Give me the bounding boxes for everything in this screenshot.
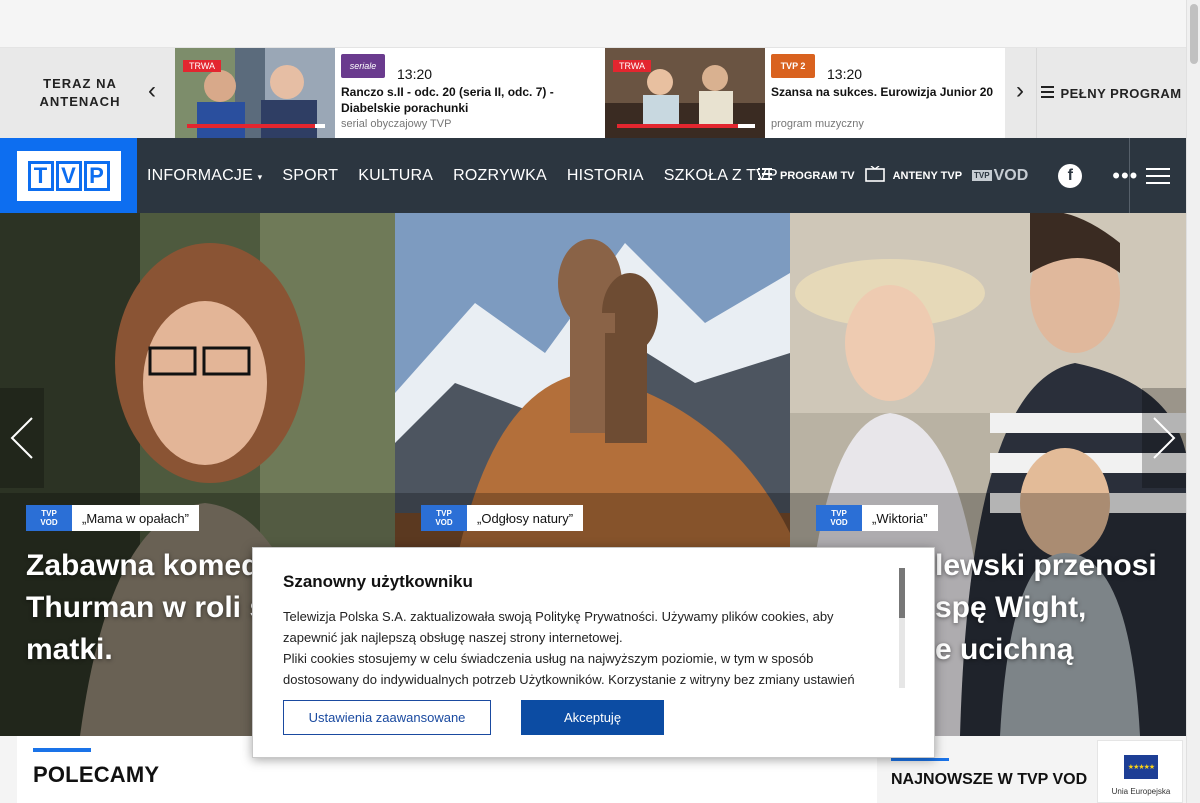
cookie-dialog-title: Szanowny użytkowniku [283, 572, 473, 591]
cookie-body-line: dostosowany do indywidualnych potrzeb Uż… [283, 672, 855, 687]
now-on-air-label-line2: ANTENACH [39, 94, 121, 109]
scrollbar-thumb[interactable] [1190, 4, 1198, 64]
facebook-icon[interactable]: f [1058, 163, 1083, 188]
tvp-logo[interactable]: TVP [0, 138, 137, 213]
headline-line: lewski przenosi [935, 549, 1157, 582]
program-card[interactable]: TRWA TVP 2 13:20 Szansa na sukces. Eurow… [605, 48, 1005, 138]
vod-label: VOD [993, 166, 1029, 184]
cookie-body-line: Pliki cookies stosujemy w celu świadczen… [283, 651, 814, 666]
hero-headline-right[interactable]: lewski przenosi spę Wight, e ucichną [935, 545, 1175, 671]
program-progress [617, 124, 755, 128]
chevron-right-icon[interactable]: › [1010, 76, 1030, 106]
browser-top-strip [0, 0, 1186, 48]
eu-label: Unia Europejska [1111, 787, 1171, 796]
vod-tag[interactable]: TVP VOD „Odgłosy natury” [421, 505, 584, 531]
nav-item-rozrywka[interactable]: ROZRYWKA [453, 167, 547, 185]
chevron-left-icon[interactable]: ‹ [142, 76, 162, 106]
channel-logo-tvp2: TVP 2 [771, 54, 815, 78]
slide-tag-title: „Mama w opałach” [72, 505, 199, 531]
slide-prev-arrow-icon[interactable] [0, 388, 44, 488]
polecamy-heading: POLECAMY [33, 762, 160, 787]
program-thumbnail: TRWA [605, 48, 765, 138]
vod-badge-bottom: VOD [830, 518, 848, 527]
full-program-label: PEŁNY PROGRAM [1060, 85, 1182, 101]
headline-line: spę Wight, [935, 591, 1087, 624]
program-title[interactable]: Ranczo s.II - odc. 20 (seria II, odc. 7)… [341, 84, 571, 116]
program-progress-fill [187, 124, 316, 128]
logo-letter: T [27, 160, 54, 191]
program-time: 13:20 [397, 66, 433, 82]
cookie-consent-dialog: Szanowny użytkowniku Telewizja Polska S.… [252, 547, 935, 758]
cookie-dialog-body: Telewizja Polska S.A. zaktualizowała swo… [283, 606, 893, 688]
program-tv-link[interactable]: PROGRAM TV [758, 167, 855, 184]
vod-tag[interactable]: TVP VOD „Mama w opałach” [26, 505, 199, 531]
section-accent-bar [33, 748, 91, 752]
anteny-tvp-link[interactable]: ANTENY TVP [864, 165, 963, 185]
section-accent-bar [891, 758, 949, 761]
program-genre: program muzyczny [771, 118, 864, 130]
anteny-tvp-label: ANTENY TVP [892, 169, 963, 182]
slide-tag-title: „Odgłosy natury” [467, 505, 584, 531]
program-progress [187, 124, 325, 128]
now-on-air-bar: TERAZ NA ANTENACH ‹ TRWA seriale 13:20 Ra… [0, 48, 1186, 138]
eu-badge[interactable]: ★★★★★ Unia Europejska [1097, 740, 1183, 803]
nav-item-kultura[interactable]: KULTURA [358, 167, 433, 185]
program-thumbnail: TRWA [175, 48, 335, 138]
list-icon [1041, 85, 1055, 101]
live-badge: TRWA [613, 60, 651, 72]
nav-items: INFORMACJE ▾ SPORT KULTURA ROZRYWKA HIST… [147, 138, 798, 213]
vod-badge-top: TVP [831, 509, 847, 518]
logo-letter: V [55, 160, 82, 191]
page-scrollbar[interactable] [1186, 0, 1200, 803]
vod-badge-bottom: VOD [40, 518, 58, 527]
cookie-scrollbar-thumb[interactable] [899, 568, 905, 618]
tvp-vod-link[interactable]: TVP VOD [972, 167, 1028, 185]
vod-badge: TVP VOD [26, 505, 72, 531]
now-on-air-label-line1: TERAZ NA [43, 76, 117, 91]
logo-letter: P [83, 160, 110, 191]
eu-flag-icon: ★★★★★ [1124, 755, 1158, 779]
nav-right-tools: PROGRAM TV ANTENY TVP TVP VOD f ••• [758, 138, 1138, 213]
headline-line: e ucichną [935, 633, 1074, 666]
vod-badge: TVP VOD [421, 505, 467, 531]
program-genre: serial obyczajowy TVP [341, 118, 452, 130]
program-time: 13:20 [827, 66, 863, 82]
caret-down-icon: ▾ [257, 171, 263, 182]
program-tv-label: PROGRAM TV [780, 169, 855, 182]
vod-tag[interactable]: TVP VOD „Wiktoria” [816, 505, 938, 531]
nav-item-historia[interactable]: HISTORIA [567, 167, 644, 185]
program-progress-fill [617, 124, 739, 128]
full-program-button[interactable]: PEŁNY PROGRAM [1036, 48, 1186, 138]
main-navigation: TVP INFORMACJE ▾ SPORT KULTURA ROZRYWKA … [0, 138, 1186, 213]
tvp-logo-inner: TVP [16, 150, 121, 201]
page-root: TERAZ NA ANTENACH ‹ TRWA seriale 13:20 Ra… [0, 0, 1200, 803]
nav-item-label: INFORMACJE [147, 166, 253, 184]
vod-badge: TVP VOD [816, 505, 862, 531]
nav-item-informacje[interactable]: INFORMACJE ▾ [147, 167, 262, 185]
advanced-settings-button[interactable]: Ustawienia zaawansowane [283, 700, 491, 735]
cookie-body-line: Telewizja Polska S.A. zaktualizowała swo… [283, 609, 834, 624]
cookie-body-line: zapewnić jak najlepszą obsługę naszej st… [283, 630, 623, 645]
live-badge: TRWA [183, 60, 221, 72]
vod-mini-logo: TVP [972, 170, 992, 181]
slide-tag-title: „Wiktoria” [862, 505, 938, 531]
channel-logo-seriale: seriale [341, 54, 385, 78]
accept-button[interactable]: Akceptuję [521, 700, 664, 735]
nav-item-sport[interactable]: SPORT [282, 167, 338, 185]
tv-icon [864, 165, 885, 185]
vod-badge-top: TVP [436, 509, 452, 518]
slide-next-arrow-icon[interactable] [1142, 388, 1186, 488]
hamburger-menu-button[interactable] [1129, 138, 1186, 213]
cookie-dialog-scrollbar[interactable] [899, 568, 905, 688]
hamburger-icon [1146, 163, 1170, 189]
najnowsze-heading[interactable]: NAJNOWSZE W TVP VOD [891, 771, 1087, 789]
program-title[interactable]: Szansa na sukces. Eurowizja Junior 2021 [771, 84, 993, 100]
now-on-air-label: TERAZ NA ANTENACH [0, 48, 160, 138]
vod-badge-bottom: VOD [435, 518, 453, 527]
vod-badge-top: TVP [41, 509, 57, 518]
list-icon [758, 167, 772, 184]
program-card[interactable]: TRWA seriale 13:20 Ranczo s.II - odc. 20… [175, 48, 605, 138]
